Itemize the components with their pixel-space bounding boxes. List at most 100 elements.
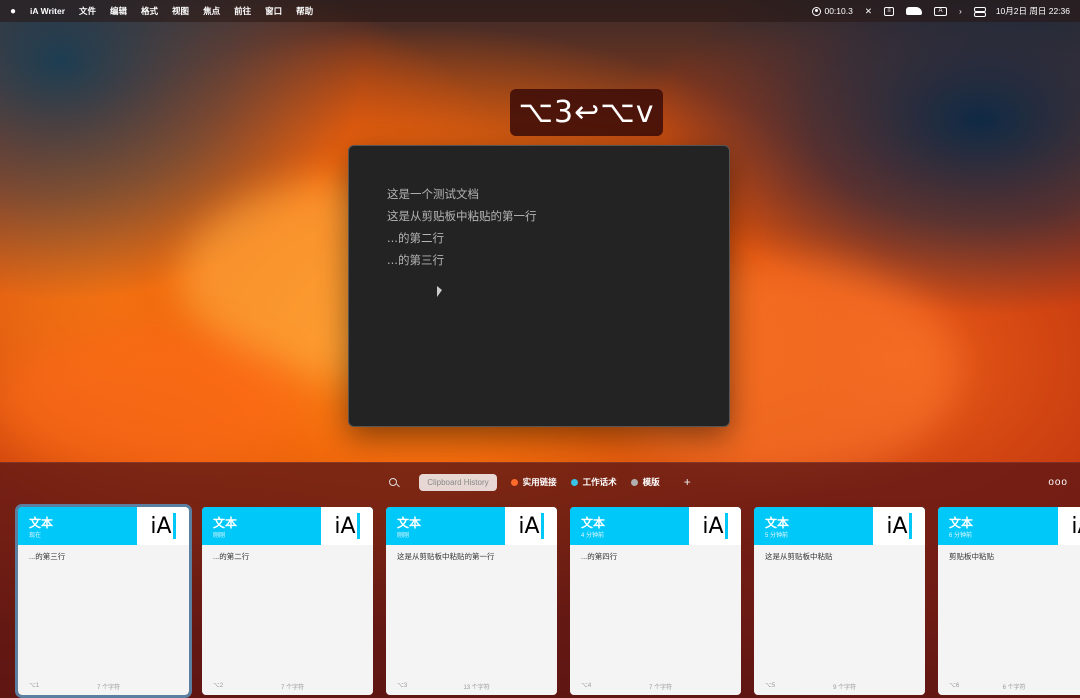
card-header: 文本 刚刚 iA bbox=[386, 507, 557, 545]
card-time: 现在 bbox=[29, 533, 42, 539]
record-icon bbox=[812, 6, 822, 16]
menu-window[interactable]: 窗口 bbox=[265, 5, 282, 17]
card-time: 6 分钟前 bbox=[949, 533, 973, 539]
card-shortcut: ⌥5 bbox=[765, 683, 776, 689]
card-char-count: 6 个字符 bbox=[1002, 685, 1026, 691]
input-method-icon[interactable]: A bbox=[933, 6, 947, 16]
clipboard-app-icon[interactable]: ≡ bbox=[883, 6, 894, 16]
card-type: 文本 bbox=[213, 516, 238, 530]
editor-line: 这是从剪贴板中粘贴的第一行 bbox=[387, 209, 537, 223]
clipboard-cards-list: 文本 现在 iA ...的第三行 ⌥1 7 个字符 文本 刚刚 iA ...的第… bbox=[0, 504, 1080, 698]
card-time: 4 分钟前 bbox=[581, 533, 605, 539]
ia-writer-editor-window[interactable]: 这是一个测试文档 这是从剪贴板中粘贴的第一行 ...的第二行 ...的第三行 bbox=[348, 145, 730, 427]
card-footer: ⌥4 7 个字符 bbox=[581, 682, 730, 691]
card-footer: ⌥6 6 个字符 bbox=[949, 682, 1069, 691]
card-char-count: 13 个字符 bbox=[463, 685, 490, 691]
tag-dot-icon bbox=[630, 478, 638, 486]
card-header: 文本 刚刚 iA bbox=[202, 507, 373, 545]
card-char-count: 9 个字符 bbox=[833, 685, 857, 691]
card-content: 这是从剪贴板中粘贴的第一行 bbox=[397, 552, 495, 561]
card-content: ...的第三行 bbox=[29, 552, 66, 561]
card-shortcut: ⌥2 bbox=[213, 683, 224, 689]
ia-writer-app-icon: iA bbox=[505, 507, 557, 545]
tag-templates[interactable]: 模版 bbox=[630, 476, 660, 488]
card-footer: ⌥2 7 个字符 bbox=[213, 682, 362, 691]
card-type: 文本 bbox=[765, 516, 790, 530]
clipboard-history-panel: Clipboard History 实用链接 工作话术 模版 + ooo 文本 … bbox=[0, 462, 1080, 698]
menu-go[interactable]: 前往 bbox=[234, 5, 251, 17]
card-header: 文本 5 分钟前 iA bbox=[754, 507, 925, 545]
editor-line: ...的第三行 bbox=[387, 253, 444, 267]
apple-menu-icon[interactable]: ● bbox=[10, 6, 16, 17]
card-shortcut: ⌥4 bbox=[581, 683, 592, 689]
clipboard-card[interactable]: 文本 6 分钟前 iA 剪贴板中粘贴 ⌥6 6 个字符 bbox=[938, 507, 1080, 695]
card-footer: ⌥1 7 个字符 bbox=[29, 682, 178, 691]
card-content: 剪贴板中粘贴 bbox=[949, 552, 994, 561]
editor-text[interactable]: 这是一个测试文档 这是从剪贴板中粘贴的第一行 ...的第二行 ...的第三行 bbox=[387, 183, 537, 271]
ia-writer-app-icon: iA bbox=[1058, 507, 1080, 545]
tag-label: 工作话术 bbox=[582, 477, 617, 487]
menu-format[interactable]: 格式 bbox=[141, 5, 158, 17]
clipboard-card[interactable]: 文本 4 分钟前 iA ...的第四行 ⌥4 7 个字符 bbox=[570, 507, 741, 695]
app-name-menu[interactable]: iA Writer bbox=[30, 6, 65, 16]
card-char-count: 7 个字符 bbox=[281, 685, 305, 691]
clock-datetime[interactable]: 10月2日 周日 22:36 bbox=[996, 5, 1070, 17]
editor-line: 这是一个测试文档 bbox=[387, 187, 479, 201]
card-footer: ⌥5 9 个字符 bbox=[765, 682, 914, 691]
add-tag-button[interactable]: + bbox=[684, 475, 691, 489]
clipboard-card[interactable]: 文本 现在 iA ...的第三行 ⌥1 7 个字符 bbox=[15, 504, 192, 698]
app-logo-text: iA bbox=[150, 513, 172, 539]
ia-writer-app-icon: iA bbox=[321, 507, 373, 545]
card-shortcut: ⌥1 bbox=[29, 683, 40, 689]
app-logo-text: iA bbox=[702, 513, 724, 539]
clipboard-card[interactable]: 文本 5 分钟前 iA 这是从剪贴板中粘贴 ⌥5 9 个字符 bbox=[754, 507, 925, 695]
card-header: 文本 4 分钟前 iA bbox=[570, 507, 741, 545]
card-time: 刚刚 bbox=[397, 533, 410, 539]
tag-dot-icon bbox=[510, 478, 518, 486]
menu-edit[interactable]: 编辑 bbox=[110, 5, 127, 17]
card-char-count: 7 个字符 bbox=[97, 685, 121, 691]
tag-label: 模版 bbox=[642, 477, 660, 487]
editor-line: ...的第二行 bbox=[387, 231, 444, 245]
tag-work-scripts[interactable]: 工作话术 bbox=[570, 476, 617, 488]
app-logo-text: iA bbox=[886, 513, 908, 539]
ia-writer-app-icon: iA bbox=[689, 507, 741, 545]
card-footer: ⌥3 13 个字符 bbox=[397, 682, 546, 691]
menu-focus[interactable]: 焦点 bbox=[203, 5, 220, 17]
ia-writer-app-icon: iA bbox=[137, 507, 189, 545]
search-icon[interactable] bbox=[389, 478, 398, 486]
card-header: 文本 现在 iA bbox=[18, 507, 189, 545]
app-logo-text: iA bbox=[334, 513, 356, 539]
chevron-right-icon[interactable]: › bbox=[959, 6, 962, 16]
runcat-icon[interactable] bbox=[905, 7, 922, 15]
tag-dot-icon bbox=[570, 478, 578, 486]
wallpaper-swirl bbox=[0, 330, 300, 470]
card-header: 文本 6 分钟前 iA bbox=[938, 507, 1080, 545]
menu-bar: ● iA Writer 文件 编辑 格式 视图 焦点 前往 窗口 帮助 00:1… bbox=[0, 0, 1080, 22]
card-content: ...的第二行 bbox=[213, 552, 250, 561]
menu-file[interactable]: 文件 bbox=[79, 5, 96, 17]
card-time: 刚刚 bbox=[213, 533, 226, 539]
card-content: ...的第四行 bbox=[581, 552, 618, 561]
app-logo-text: iA bbox=[518, 513, 540, 539]
tag-useful-links[interactable]: 实用链接 bbox=[510, 476, 557, 488]
panel-toolbar: Clipboard History 实用链接 工作话术 模版 + bbox=[0, 463, 1080, 501]
more-options-icon[interactable]: ooo bbox=[1048, 477, 1068, 488]
card-type: 文本 bbox=[397, 516, 422, 530]
card-type: 文本 bbox=[29, 516, 54, 530]
control-center-icon[interactable] bbox=[973, 7, 986, 17]
menu-help[interactable]: 帮助 bbox=[296, 5, 313, 17]
screen-recording-status[interactable]: 00:10.3 bbox=[812, 6, 853, 16]
card-shortcut: ⌥3 bbox=[397, 683, 408, 689]
ia-writer-app-icon: iA bbox=[873, 507, 925, 545]
tag-label: 实用链接 bbox=[522, 477, 557, 487]
app-logo-text: iA bbox=[1071, 513, 1080, 539]
menu-view[interactable]: 视图 bbox=[172, 5, 189, 17]
clipboard-history-tab[interactable]: Clipboard History bbox=[419, 473, 497, 491]
card-shortcut: ⌥6 bbox=[949, 683, 960, 689]
recording-time: 00:10.3 bbox=[824, 6, 853, 16]
shuffle-icon[interactable]: ✕ bbox=[865, 6, 872, 17]
clipboard-card[interactable]: 文本 刚刚 iA 这是从剪贴板中粘贴的第一行 ⌥3 13 个字符 bbox=[386, 507, 557, 695]
clipboard-card[interactable]: 文本 刚刚 iA ...的第二行 ⌥2 7 个字符 bbox=[202, 507, 373, 695]
keystroke-overlay: ⌥3↩⌥v bbox=[510, 89, 663, 136]
